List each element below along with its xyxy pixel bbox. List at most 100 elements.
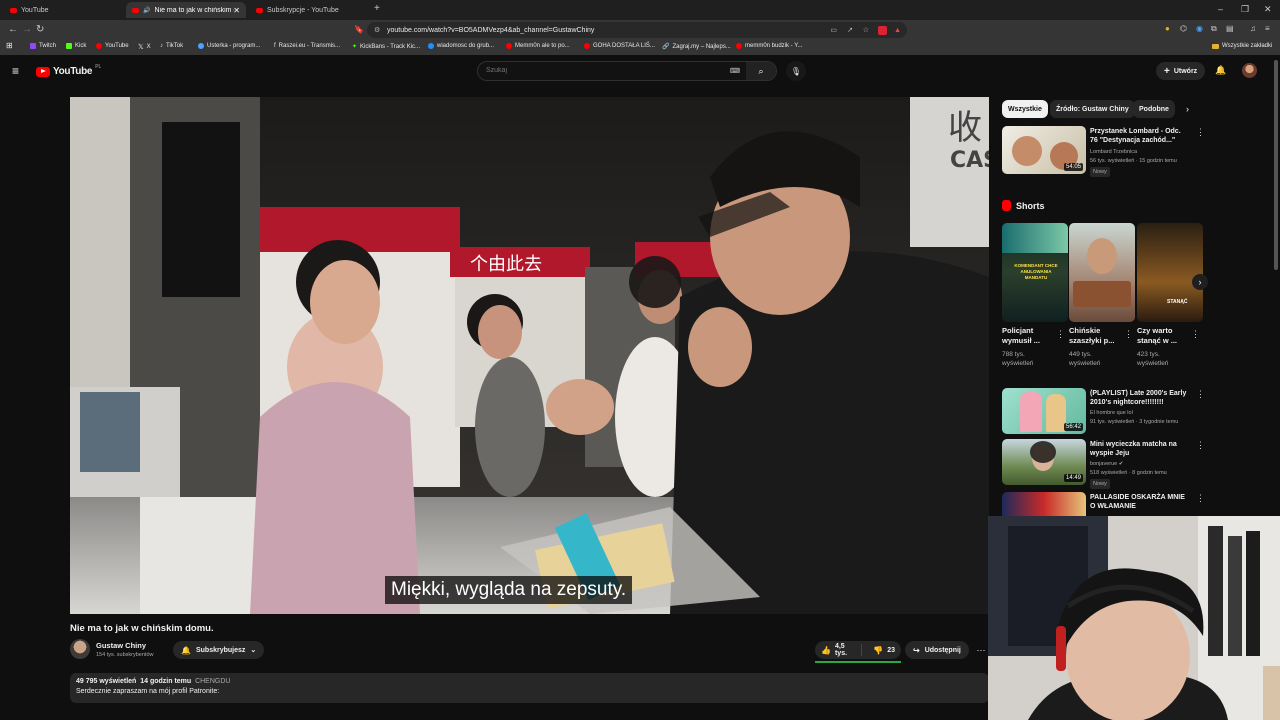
more-actions-icon[interactable]: ⋯	[973, 641, 989, 659]
user-avatar[interactable]	[1242, 63, 1257, 78]
close-window-icon[interactable]: ✕	[1264, 4, 1272, 15]
chip-related[interactable]: Podobne	[1133, 100, 1175, 118]
short-thumbnail[interactable]: STANĄĆ	[1137, 223, 1203, 322]
url-field[interactable]: ⚙ youtube.com/watch?v=BO5ADMVezp4&ab_cha…	[367, 22, 907, 38]
more-options-icon[interactable]: ⋮	[1056, 329, 1065, 340]
browser-tab[interactable]: YouTube	[4, 2, 124, 18]
chevron-right-icon: ›	[1198, 277, 1202, 287]
more-options-icon[interactable]: ⋮	[1124, 329, 1133, 340]
media-icon[interactable]: ♫	[1250, 24, 1256, 33]
subscribe-button[interactable]: 🔔 Subskrybujesz ⌄	[173, 641, 265, 659]
webcam-overlay	[988, 516, 1280, 720]
more-options-icon[interactable]: ⋮	[1196, 440, 1205, 451]
video-thumbnail[interactable]	[1002, 492, 1086, 516]
description-box[interactable]: 49 795 wyświetleń 14 godzin temu CHENGDU…	[70, 673, 989, 703]
voice-search-button[interactable]: 🎙	[786, 61, 806, 81]
video-stats: 49 795 wyświetleń 14 godzin temu CHENGDU	[76, 678, 231, 685]
video-thumbnail[interactable]: 54:05	[1002, 126, 1086, 174]
chip-all[interactable]: Wszystkie	[1002, 100, 1048, 118]
rec-video-title[interactable]: PALLASIDE OSKARŻA MNIE O WŁAMANIE	[1090, 493, 1190, 511]
youtube-icon	[584, 43, 590, 49]
puzzle-icon[interactable]: ⧉	[1211, 24, 1217, 34]
bookmark-x[interactable]: 𝕏X	[138, 43, 151, 51]
bookmark-item[interactable]: memm0n budzik - Y...	[736, 43, 802, 49]
more-options-icon[interactable]: ⋮	[1196, 127, 1205, 138]
youtube-logo[interactable]: YouTube PL	[36, 64, 101, 77]
browser-tab-active[interactable]: 🔊 Nie ma to jak w chińskim do… ✕	[126, 2, 246, 18]
extension-icon[interactable]: ◉	[1196, 24, 1203, 33]
bookmark-item[interactable]: Usterka - program...	[198, 43, 260, 49]
all-bookmarks[interactable]: Wszystkie zakładki	[1212, 43, 1272, 49]
reload-icon[interactable]: ↻	[36, 24, 44, 35]
x-icon: 𝕏	[138, 44, 144, 51]
rec-channel[interactable]: bonjaveruе ✔	[1090, 460, 1123, 468]
extension-icon[interactable]: ●	[1165, 24, 1170, 33]
video-frame: 个由此去 收 CAS	[70, 97, 989, 614]
share-page-icon[interactable]: ↗	[847, 26, 853, 34]
bookmark-twitch[interactable]: Twitch	[30, 43, 56, 49]
site-info-icon[interactable]: ⚙	[374, 26, 380, 34]
chevron-right-icon[interactable]: ›	[1186, 104, 1189, 114]
bookmark-item[interactable]: wiadomosc do grub...	[428, 43, 494, 49]
short-title[interactable]: Czy warto stanąć w ...	[1137, 326, 1191, 346]
channel-name[interactable]: Gustaw Chiny	[96, 641, 146, 650]
rec-video-title[interactable]: Przystanek Lombard - Odc. 76 "Destynacja…	[1090, 127, 1190, 145]
like-ratio-bar	[815, 661, 901, 663]
rec-channel[interactable]: El hombre que lol	[1090, 409, 1133, 417]
video-thumbnail[interactable]: 14:49	[1002, 439, 1086, 485]
maximize-icon[interactable]: ❐	[1241, 4, 1249, 15]
search-button[interactable]: ⌕	[746, 62, 776, 80]
youtube-icon	[506, 43, 512, 49]
brave-shield-icon[interactable]	[878, 25, 887, 35]
page-scrollbar[interactable]	[1274, 60, 1278, 270]
search-box[interactable]: ⌨ ⌕	[477, 61, 777, 81]
bookmark-item[interactable]: 🔗 Zagraj.my – Najleps...	[662, 43, 731, 51]
short-title[interactable]: Chińskie szaszłyki p...	[1069, 326, 1123, 346]
cast-icon[interactable]: ▭	[830, 26, 837, 34]
short-thumbnail[interactable]: KOMENDANT CHCE ANULOWANIA MANDATU	[1002, 223, 1068, 322]
share-button[interactable]: ↪ Udostępnij	[905, 641, 969, 659]
more-options-icon[interactable]: ⋮	[1196, 493, 1205, 504]
rec-channel[interactable]: Lombard Trzebnica	[1090, 148, 1137, 156]
video-thumbnail[interactable]: 56:42	[1002, 388, 1086, 434]
sidebar-toggle-icon[interactable]: ▤	[1226, 24, 1234, 33]
apps-grid-icon[interactable]: ⊞	[6, 41, 13, 50]
short-title[interactable]: Policjant wymusił ...	[1002, 326, 1056, 346]
bookmark-tiktok[interactable]: ♪ TikTok	[160, 43, 183, 49]
more-options-icon[interactable]: ⋮	[1196, 389, 1205, 400]
hamburger-menu-icon[interactable]: ≡	[12, 64, 19, 78]
short-thumbnail[interactable]	[1069, 223, 1135, 322]
keyboard-icon[interactable]: ⌨	[730, 67, 740, 75]
minimize-icon[interactable]: –	[1218, 4, 1223, 14]
forward-icon[interactable]: →	[22, 24, 32, 35]
extension-icon[interactable]: ⌬	[1180, 24, 1187, 33]
bookmark-kick[interactable]: Kick	[66, 43, 86, 49]
more-options-icon[interactable]: ⋮	[1191, 329, 1200, 340]
tab-title: Subskrypcje - YouTube	[267, 6, 339, 14]
close-tab-icon[interactable]: ✕	[233, 6, 240, 15]
bookmark-item[interactable]: Memm0n ale to po...	[506, 43, 570, 49]
description-text: Serdecznie zapraszam na mój profil Patro…	[76, 688, 220, 695]
bookmark-icon[interactable]: 🔖	[354, 25, 364, 34]
shorts-next-button[interactable]: ›	[1192, 274, 1208, 290]
menu-icon[interactable]: ≡	[1265, 24, 1270, 33]
dislike-button[interactable]: 👎 23	[867, 646, 901, 655]
bookmark-item[interactable]: GOHA DOSTAŁA LIŚ...	[584, 43, 655, 49]
chip-source[interactable]: Źródło: Gustaw Chiny	[1050, 100, 1135, 118]
browser-tab[interactable]: Subskrypcje - YouTube	[250, 2, 370, 18]
back-icon[interactable]: ←	[8, 24, 18, 35]
search-input[interactable]	[486, 67, 716, 74]
video-player[interactable]: 个由此去 收 CAS	[70, 97, 989, 614]
new-tab-icon[interactable]: +	[374, 3, 380, 14]
bookmark-item[interactable]: f Raszei.eu - Transmis...	[274, 43, 340, 49]
brave-rewards-icon[interactable]: ▲	[894, 27, 901, 34]
bookmark-youtube[interactable]: YouTube	[96, 43, 129, 49]
channel-avatar[interactable]	[70, 639, 90, 659]
rec-video-title[interactable]: (PLAYLIST) Late 2000's Early 2010's nigh…	[1090, 389, 1190, 407]
like-button[interactable]: 👍 4,5 tys.	[815, 643, 863, 657]
rec-video-title[interactable]: Mini wycieczka matcha na wyspie Jeju	[1090, 440, 1190, 458]
notifications-bell-icon[interactable]: 🔔	[1215, 65, 1226, 76]
star-icon[interactable]: ☆	[863, 26, 869, 34]
bookmark-item[interactable]: ✦ KickBans - Track Kic...	[352, 43, 420, 51]
create-button[interactable]: + Utwórz	[1156, 62, 1206, 80]
